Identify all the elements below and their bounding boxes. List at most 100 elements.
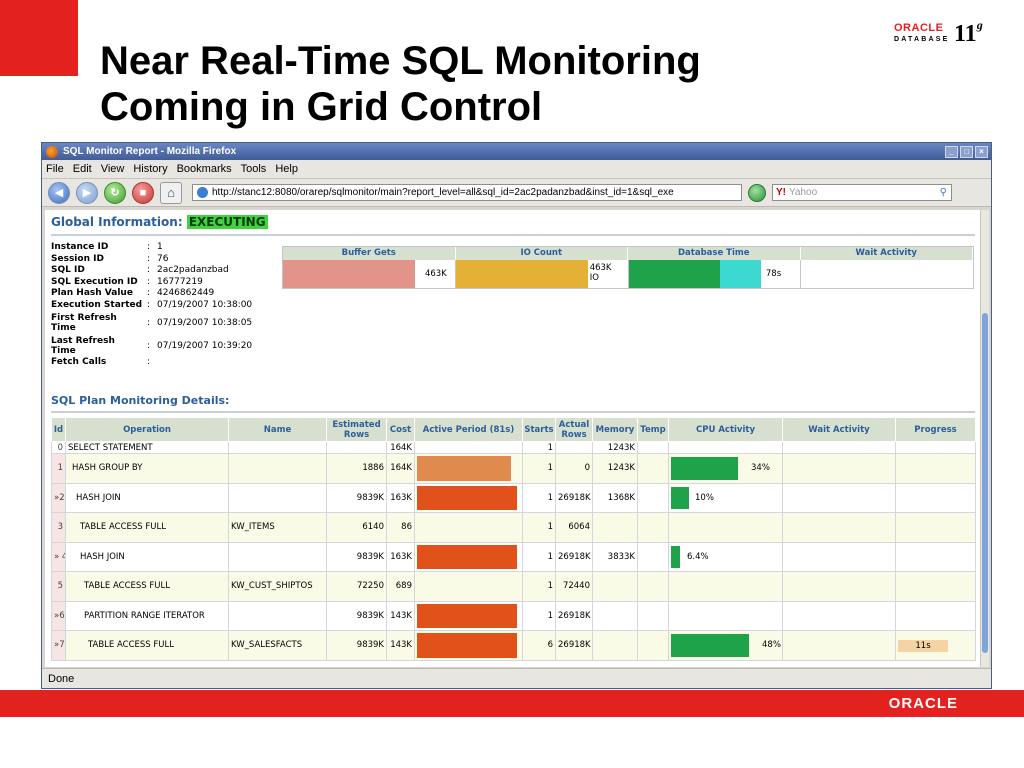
slide: Near Real-Time SQL Monitoring Coming in … bbox=[0, 0, 1024, 768]
row-active-period bbox=[414, 512, 523, 543]
col-temp[interactable]: Temp bbox=[637, 417, 669, 442]
search-placeholder: Yahoo bbox=[789, 187, 818, 198]
row-active-period bbox=[414, 441, 523, 454]
vertical-scrollbar[interactable] bbox=[980, 210, 989, 667]
plan-monitoring-title: SQL Plan Monitoring Details: bbox=[51, 394, 230, 407]
col-operation[interactable]: Operation bbox=[65, 417, 229, 442]
col-actual-rows[interactable]: Actual Rows bbox=[555, 417, 593, 442]
metric-header-wait-activity: Wait Activity bbox=[801, 247, 973, 260]
global-info-fields: Instance ID:1 Session ID:76 SQL ID:2ac2p… bbox=[51, 242, 252, 369]
slide-title: Near Real-Time SQL Monitoring Coming in … bbox=[100, 38, 860, 130]
row-cost: 143K bbox=[386, 630, 415, 661]
row-operation: TABLE ACCESS FULL bbox=[65, 512, 229, 543]
row-estimated-rows: 9839K bbox=[326, 482, 387, 513]
col-cost[interactable]: Cost bbox=[386, 417, 415, 442]
row-cpu-activity: 34% bbox=[668, 453, 783, 484]
row-wait-activity bbox=[782, 630, 896, 661]
search-box[interactable]: Y! Yahoo ⚲ bbox=[772, 184, 952, 201]
reload-icon[interactable]: ↻ bbox=[104, 181, 126, 204]
row-active-period bbox=[414, 482, 523, 513]
row-cpu-activity bbox=[668, 512, 783, 543]
row-progress bbox=[895, 441, 976, 454]
row-cost: 143K bbox=[386, 600, 415, 631]
row-memory bbox=[592, 512, 638, 543]
row-wait-activity bbox=[782, 453, 896, 484]
table-row[interactable]: »2 HASH JOIN 9839K 163K 1 26918K 1368K 1… bbox=[51, 482, 976, 513]
menu-bookmarks[interactable]: Bookmarks bbox=[177, 163, 232, 175]
row-starts: 1 bbox=[522, 441, 556, 454]
row-operation: HASH JOIN bbox=[65, 482, 229, 513]
stop-icon[interactable]: ■ bbox=[132, 181, 154, 204]
scrollbar-thumb[interactable] bbox=[982, 313, 988, 653]
metric-header-buffer-gets: Buffer Gets bbox=[283, 247, 456, 260]
col-progress[interactable]: Progress bbox=[895, 417, 976, 442]
menu-tools[interactable]: Tools bbox=[241, 163, 267, 175]
row-actual-rows: 26918K bbox=[555, 630, 593, 661]
io-count-cell: 463K IO bbox=[455, 260, 629, 288]
menu-edit[interactable]: Edit bbox=[73, 163, 92, 175]
row-actual-rows: 26918K bbox=[555, 600, 593, 631]
table-row[interactable]: »7 TABLE ACCESS FULL KW_SALESFACTS 9839K… bbox=[51, 630, 976, 661]
row-name: KW_ITEMS bbox=[228, 512, 327, 543]
field-instance-id: Instance ID:1 bbox=[51, 242, 163, 252]
menu-file[interactable]: File bbox=[46, 163, 64, 175]
row-temp bbox=[637, 512, 669, 543]
table-row[interactable]: 3 TABLE ACCESS FULL KW_ITEMS 6140 86 1 6… bbox=[51, 512, 976, 543]
col-id[interactable]: Id bbox=[51, 417, 66, 442]
table-row[interactable]: 1 HASH GROUP BY 1886 164K 1 0 1243K 34% bbox=[51, 453, 976, 484]
col-estimated-rows[interactable]: Estimated Rows bbox=[326, 417, 387, 442]
table-row[interactable]: 0 SELECT STATEMENT 164K 1 1243K bbox=[51, 441, 976, 454]
row-operation: TABLE ACCESS FULL bbox=[65, 571, 229, 602]
row-memory bbox=[592, 630, 638, 661]
row-memory bbox=[592, 600, 638, 631]
row-estimated-rows: 6140 bbox=[326, 512, 387, 543]
search-icon[interactable]: ⚲ bbox=[940, 187, 947, 198]
row-active-period bbox=[414, 600, 523, 631]
col-wait-activity[interactable]: Wait Activity bbox=[782, 417, 896, 442]
plan-header-row: Id Operation Name Estimated Rows Cost Ac… bbox=[51, 417, 976, 442]
col-cpu-activity[interactable]: CPU Activity bbox=[668, 417, 783, 442]
db-cpu-bar bbox=[628, 260, 720, 288]
menu-help[interactable]: Help bbox=[275, 163, 298, 175]
row-actual-rows: 72440 bbox=[555, 571, 593, 602]
active-period-bar bbox=[417, 633, 517, 658]
row-name: KW_SALESFACTS bbox=[228, 630, 327, 661]
plan-table: Id Operation Name Estimated Rows Cost Ac… bbox=[51, 417, 976, 661]
col-name[interactable]: Name bbox=[228, 417, 327, 442]
row-name bbox=[228, 541, 327, 572]
row-active-period bbox=[414, 541, 523, 572]
table-row[interactable]: »6 PARTITION RANGE ITERATOR 9839K 143K 1… bbox=[51, 600, 976, 631]
maximize-button[interactable]: □ bbox=[960, 145, 973, 158]
minimize-button[interactable]: _ bbox=[945, 145, 958, 158]
go-icon[interactable] bbox=[748, 183, 766, 202]
row-cost: 163K bbox=[386, 482, 415, 513]
row-name bbox=[228, 441, 327, 454]
firefox-window: SQL Monitor Report - Mozilla Firefox _ □… bbox=[41, 142, 992, 689]
row-progress bbox=[895, 482, 976, 513]
home-icon[interactable]: ⌂ bbox=[160, 181, 182, 204]
row-starts: 1 bbox=[522, 453, 556, 484]
forward-icon[interactable]: ▶ bbox=[76, 181, 98, 204]
menu-history[interactable]: History bbox=[133, 163, 167, 175]
close-button[interactable]: × bbox=[975, 145, 988, 158]
page-content: Global Information: EXECUTING Instance I… bbox=[45, 210, 980, 667]
menu-view[interactable]: View bbox=[101, 163, 125, 175]
row-operation: HASH JOIN bbox=[65, 541, 229, 572]
table-row[interactable]: 5 TABLE ACCESS FULL KW_CUST_SHIPTOS 7225… bbox=[51, 571, 976, 602]
row-progress bbox=[895, 571, 976, 602]
field-sql-execution-id: SQL Execution ID:16777219 bbox=[51, 276, 203, 287]
window-titlebar[interactable]: SQL Monitor Report - Mozilla Firefox _ □… bbox=[42, 143, 991, 160]
footer-bar: ORACLE bbox=[0, 690, 1024, 717]
col-active-period[interactable]: Active Period (81s) bbox=[414, 417, 523, 442]
row-cpu-activity: 10% bbox=[668, 482, 783, 513]
row-progress: 11s bbox=[895, 630, 976, 661]
status-badge: EXECUTING bbox=[186, 215, 268, 229]
back-icon[interactable]: ◀ bbox=[48, 181, 70, 204]
table-row[interactable]: » 4 HASH JOIN 9839K 163K 1 26918K 3833K … bbox=[51, 541, 976, 572]
address-bar[interactable]: http://stanc12:8080/orarep/sqlmonitor/ma… bbox=[192, 184, 742, 201]
col-starts[interactable]: Starts bbox=[522, 417, 556, 442]
row-name bbox=[228, 453, 327, 484]
field-last-refresh: Last Refresh Time:07/19/2007 10:39:20 bbox=[51, 335, 253, 356]
row-id: 5 bbox=[51, 571, 66, 602]
col-memory[interactable]: Memory bbox=[592, 417, 638, 442]
